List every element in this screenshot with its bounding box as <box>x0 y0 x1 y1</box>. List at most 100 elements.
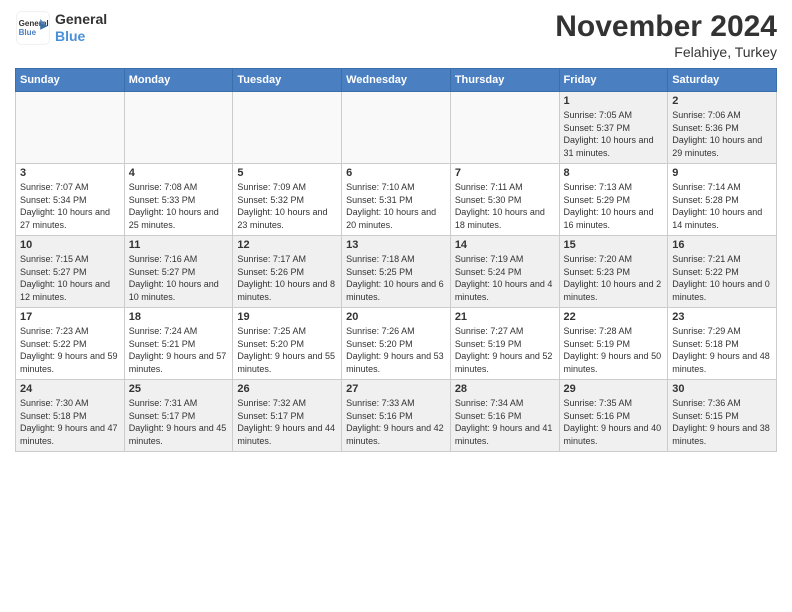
table-row: 20 Sunrise: 7:26 AMSunset: 5:20 PMDayligh… <box>342 308 451 380</box>
page: General Blue General Blue November 2024 … <box>0 0 792 462</box>
table-row: 26Sunrise: 7:32 AMSunset: 5:17 PMDayligh… <box>233 380 342 452</box>
day-info: Sunrise: 7:10 AMSunset: 5:31 PMDaylight:… <box>346 181 446 231</box>
day-number: 25 <box>129 383 229 395</box>
day-info: Sunrise: 7:29 AMSunset: 5:18 PMDaylight:… <box>672 325 772 375</box>
location: Felahiye, Turkey <box>555 44 777 60</box>
col-tuesday: Tuesday <box>233 69 342 92</box>
table-row: 27Sunrise: 7:33 AMSunset: 5:16 PMDayligh… <box>342 380 451 452</box>
table-row <box>342 92 451 164</box>
day-number: 21 <box>455 311 555 323</box>
col-friday: Friday <box>559 69 668 92</box>
header: General Blue General Blue November 2024 … <box>15 10 777 60</box>
table-row <box>450 92 559 164</box>
day-info: Sunrise: 7:21 AMSunset: 5:22 PMDaylight:… <box>672 253 772 303</box>
day-number: 4 <box>129 167 229 179</box>
table-row: 16 Sunrise: 7:21 AMSunset: 5:22 PMDayligh… <box>668 236 777 308</box>
table-row: 4 Sunrise: 7:08 AMSunset: 5:33 PMDaylight… <box>124 164 233 236</box>
day-number: 3 <box>20 167 120 179</box>
table-row <box>233 92 342 164</box>
col-wednesday: Wednesday <box>342 69 451 92</box>
day-number: 9 <box>672 167 772 179</box>
day-info: Sunrise: 7:16 AMSunset: 5:27 PMDaylight:… <box>129 253 229 303</box>
day-info: Sunrise: 7:20 AMSunset: 5:23 PMDaylight:… <box>564 253 664 303</box>
day-number: 8 <box>564 167 664 179</box>
table-row: 29Sunrise: 7:35 AMSunset: 5:16 PMDayligh… <box>559 380 668 452</box>
table-row: 11 Sunrise: 7:16 AMSunset: 5:27 PMDayligh… <box>124 236 233 308</box>
day-info: Sunrise: 7:17 AMSunset: 5:26 PMDaylight:… <box>237 253 337 303</box>
day-number: 18 <box>129 311 229 323</box>
day-number: 19 <box>237 311 337 323</box>
day-info: Sunrise: 7:14 AMSunset: 5:28 PMDaylight:… <box>672 181 772 231</box>
table-row: 6 Sunrise: 7:10 AMSunset: 5:31 PMDaylight… <box>342 164 451 236</box>
day-info: Sunrise: 7:25 AMSunset: 5:20 PMDaylight:… <box>237 325 337 375</box>
day-number: 28 <box>455 383 555 395</box>
calendar-week-row: 17 Sunrise: 7:23 AMSunset: 5:22 PMDayligh… <box>16 308 777 380</box>
table-row: 15 Sunrise: 7:20 AMSunset: 5:23 PMDayligh… <box>559 236 668 308</box>
table-row <box>124 92 233 164</box>
table-row: 21 Sunrise: 7:27 AMSunset: 5:19 PMDayligh… <box>450 308 559 380</box>
day-info: Sunrise: 7:24 AMSunset: 5:21 PMDaylight:… <box>129 325 229 375</box>
day-number: 6 <box>346 167 446 179</box>
table-row: 7Sunrise: 7:11 AMSunset: 5:30 PMDaylight… <box>450 164 559 236</box>
col-saturday: Saturday <box>668 69 777 92</box>
day-number: 30 <box>672 383 772 395</box>
day-number: 20 <box>346 311 446 323</box>
day-info: Sunrise: 7:07 AMSunset: 5:34 PMDaylight:… <box>20 181 120 231</box>
table-row: 18 Sunrise: 7:24 AMSunset: 5:21 PMDayligh… <box>124 308 233 380</box>
day-info: Sunrise: 7:23 AMSunset: 5:22 PMDaylight:… <box>20 325 120 375</box>
table-row: 8 Sunrise: 7:13 AMSunset: 5:29 PMDaylight… <box>559 164 668 236</box>
col-sunday: Sunday <box>16 69 125 92</box>
calendar-header-row: Sunday Monday Tuesday Wednesday Thursday… <box>16 69 777 92</box>
table-row: 10 Sunrise: 7:15 AMSunset: 5:27 PMDayligh… <box>16 236 125 308</box>
table-row: 5 Sunrise: 7:09 AMSunset: 5:32 PMDaylight… <box>233 164 342 236</box>
day-info: Sunrise: 7:34 AMSunset: 5:16 PMDaylight:… <box>455 397 555 447</box>
table-row: 3 Sunrise: 7:07 AMSunset: 5:34 PMDaylight… <box>16 164 125 236</box>
table-row: 19 Sunrise: 7:25 AMSunset: 5:20 PMDayligh… <box>233 308 342 380</box>
calendar-week-row: 1 Sunrise: 7:05 AMSunset: 5:37 PMDaylight… <box>16 92 777 164</box>
day-number: 11 <box>129 239 229 251</box>
day-number: 22 <box>564 311 664 323</box>
col-thursday: Thursday <box>450 69 559 92</box>
table-row: 2Sunrise: 7:06 AMSunset: 5:36 PMDaylight… <box>668 92 777 164</box>
day-info: Sunrise: 7:05 AMSunset: 5:37 PMDaylight:… <box>564 109 664 159</box>
table-row: 23Sunrise: 7:29 AMSunset: 5:18 PMDayligh… <box>668 308 777 380</box>
day-info: Sunrise: 7:33 AMSunset: 5:16 PMDaylight:… <box>346 397 446 447</box>
month-title: November 2024 <box>555 10 777 44</box>
day-info: Sunrise: 7:26 AMSunset: 5:20 PMDaylight:… <box>346 325 446 375</box>
day-number: 24 <box>20 383 120 395</box>
day-number: 7 <box>455 167 555 179</box>
day-info: Sunrise: 7:32 AMSunset: 5:17 PMDaylight:… <box>237 397 337 447</box>
day-info: Sunrise: 7:09 AMSunset: 5:32 PMDaylight:… <box>237 181 337 231</box>
logo: General Blue General Blue <box>15 10 107 46</box>
calendar-week-row: 24Sunrise: 7:30 AMSunset: 5:18 PMDayligh… <box>16 380 777 452</box>
day-number: 29 <box>564 383 664 395</box>
logo-text: General Blue <box>55 11 107 45</box>
title-block: November 2024 Felahiye, Turkey <box>555 10 777 60</box>
day-number: 13 <box>346 239 446 251</box>
calendar-week-row: 10 Sunrise: 7:15 AMSunset: 5:27 PMDayligh… <box>16 236 777 308</box>
day-info: Sunrise: 7:27 AMSunset: 5:19 PMDaylight:… <box>455 325 555 375</box>
day-number: 1 <box>564 95 664 107</box>
day-number: 17 <box>20 311 120 323</box>
col-monday: Monday <box>124 69 233 92</box>
svg-text:Blue: Blue <box>19 28 37 37</box>
table-row: 25 Sunrise: 7:31 AMSunset: 5:17 PMDayligh… <box>124 380 233 452</box>
table-row: 28 Sunrise: 7:34 AMSunset: 5:16 PMDayligh… <box>450 380 559 452</box>
day-number: 10 <box>20 239 120 251</box>
table-row: 17 Sunrise: 7:23 AMSunset: 5:22 PMDayligh… <box>16 308 125 380</box>
day-number: 15 <box>564 239 664 251</box>
day-info: Sunrise: 7:13 AMSunset: 5:29 PMDaylight:… <box>564 181 664 231</box>
day-number: 16 <box>672 239 772 251</box>
day-info: Sunrise: 7:31 AMSunset: 5:17 PMDaylight:… <box>129 397 229 447</box>
table-row: 13Sunrise: 7:18 AMSunset: 5:25 PMDayligh… <box>342 236 451 308</box>
table-row: 30 Sunrise: 7:36 AMSunset: 5:15 PMDayligh… <box>668 380 777 452</box>
day-info: Sunrise: 7:36 AMSunset: 5:15 PMDaylight:… <box>672 397 772 447</box>
day-number: 5 <box>237 167 337 179</box>
day-number: 12 <box>237 239 337 251</box>
table-row: 1 Sunrise: 7:05 AMSunset: 5:37 PMDaylight… <box>559 92 668 164</box>
day-info: Sunrise: 7:28 AMSunset: 5:19 PMDaylight:… <box>564 325 664 375</box>
day-info: Sunrise: 7:15 AMSunset: 5:27 PMDaylight:… <box>20 253 120 303</box>
day-info: Sunrise: 7:08 AMSunset: 5:33 PMDaylight:… <box>129 181 229 231</box>
day-number: 14 <box>455 239 555 251</box>
table-row: 22 Sunrise: 7:28 AMSunset: 5:19 PMDayligh… <box>559 308 668 380</box>
